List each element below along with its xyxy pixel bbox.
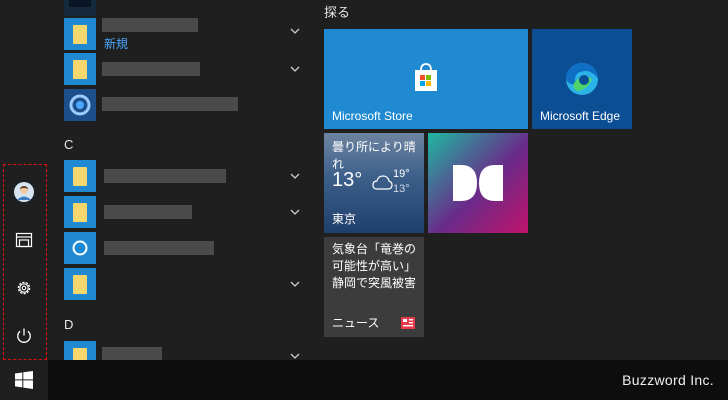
app-list-item[interactable] xyxy=(64,232,310,266)
app-icon xyxy=(64,89,96,121)
chevron-down-icon[interactable] xyxy=(288,24,302,38)
section-header-d[interactable]: D xyxy=(64,317,73,332)
power-icon xyxy=(17,328,31,343)
documents-button[interactable] xyxy=(0,216,48,264)
dolby-icon xyxy=(453,165,503,201)
tile-area: 探る Microsoft Store Microsoft Edge 曇り所により… xyxy=(322,0,728,360)
weather-temperature: 13° xyxy=(332,169,363,191)
dolby-tile[interactable] xyxy=(428,133,528,233)
windows-logo-icon xyxy=(15,371,33,389)
app-list-item[interactable] xyxy=(64,160,310,194)
store-bag-icon xyxy=(415,63,437,91)
folder-icon xyxy=(64,196,96,228)
app-list-item[interactable]: 新規 xyxy=(64,18,310,52)
redacted-label xyxy=(104,241,214,255)
start-rail xyxy=(0,0,48,360)
start-button[interactable] xyxy=(0,360,48,400)
chevron-down-icon[interactable] xyxy=(288,62,302,76)
chevron-down-icon[interactable] xyxy=(288,169,302,183)
weather-condition: 曇り所により晴れ xyxy=(332,140,416,171)
gear-icon xyxy=(17,281,31,295)
news-tile[interactable]: 気象台「竜巻の可能性が高い」静岡で突風被害 ニュース xyxy=(324,237,424,337)
tile-label: Microsoft Store xyxy=(332,109,413,123)
folder-icon xyxy=(64,18,96,50)
app-list-item[interactable] xyxy=(64,196,310,230)
redacted-label xyxy=(104,169,226,183)
settings-button[interactable] xyxy=(0,264,48,312)
partly-cloudy-icon xyxy=(372,175,393,190)
user-account-button[interactable] xyxy=(0,168,48,216)
new-badge: 新規 xyxy=(104,37,129,51)
app-list-item[interactable] xyxy=(64,341,310,360)
weather-tile[interactable]: 曇り所により晴れ 13° 19° 13° 東京 xyxy=(324,133,424,233)
cortana-icon xyxy=(64,232,96,264)
redacted-label xyxy=(104,205,192,219)
chevron-down-icon[interactable] xyxy=(288,205,302,219)
chevron-down-icon[interactable] xyxy=(288,277,302,291)
power-button[interactable] xyxy=(0,312,48,360)
redacted-label xyxy=(102,62,200,76)
folder-icon xyxy=(64,53,96,85)
documents-icon xyxy=(15,232,33,248)
news-icon xyxy=(401,317,415,329)
folder-icon xyxy=(64,160,96,192)
app-list-item[interactable] xyxy=(64,53,310,87)
app-list-item[interactable] xyxy=(64,268,310,302)
weather-city: 東京 xyxy=(332,212,357,226)
app-list: 新規 C D xyxy=(48,0,310,360)
weather-low: 13° xyxy=(393,183,410,195)
tile-label: Microsoft Edge xyxy=(540,109,621,123)
microsoft-edge-tile[interactable]: Microsoft Edge xyxy=(532,29,632,129)
app-list-item[interactable] xyxy=(64,0,310,18)
redacted-label xyxy=(102,97,238,111)
chevron-down-icon[interactable] xyxy=(288,349,302,360)
redacted-label xyxy=(102,18,198,32)
microsoft-store-tile[interactable]: Microsoft Store xyxy=(324,29,528,129)
start-menu: 新規 C D 探る Microsoft Store Microsoft Edge… xyxy=(0,0,728,360)
tile-group-title[interactable]: 探る xyxy=(324,2,350,21)
user-avatar-icon xyxy=(14,182,34,202)
folder-icon xyxy=(64,341,96,360)
edge-logo-icon xyxy=(566,63,598,95)
section-header-c[interactable]: C xyxy=(64,137,73,152)
watermark-text: Buzzword Inc. xyxy=(622,372,714,388)
folder-icon xyxy=(64,268,96,300)
tile-label: ニュース xyxy=(332,316,380,330)
taskbar: Buzzword Inc. xyxy=(0,360,728,400)
weather-high: 19° xyxy=(393,168,410,180)
news-headline: 気象台「竜巻の可能性が高い」静岡で突風被害 xyxy=(332,242,417,290)
redacted-label xyxy=(102,347,162,360)
app-list-item[interactable] xyxy=(64,89,310,123)
